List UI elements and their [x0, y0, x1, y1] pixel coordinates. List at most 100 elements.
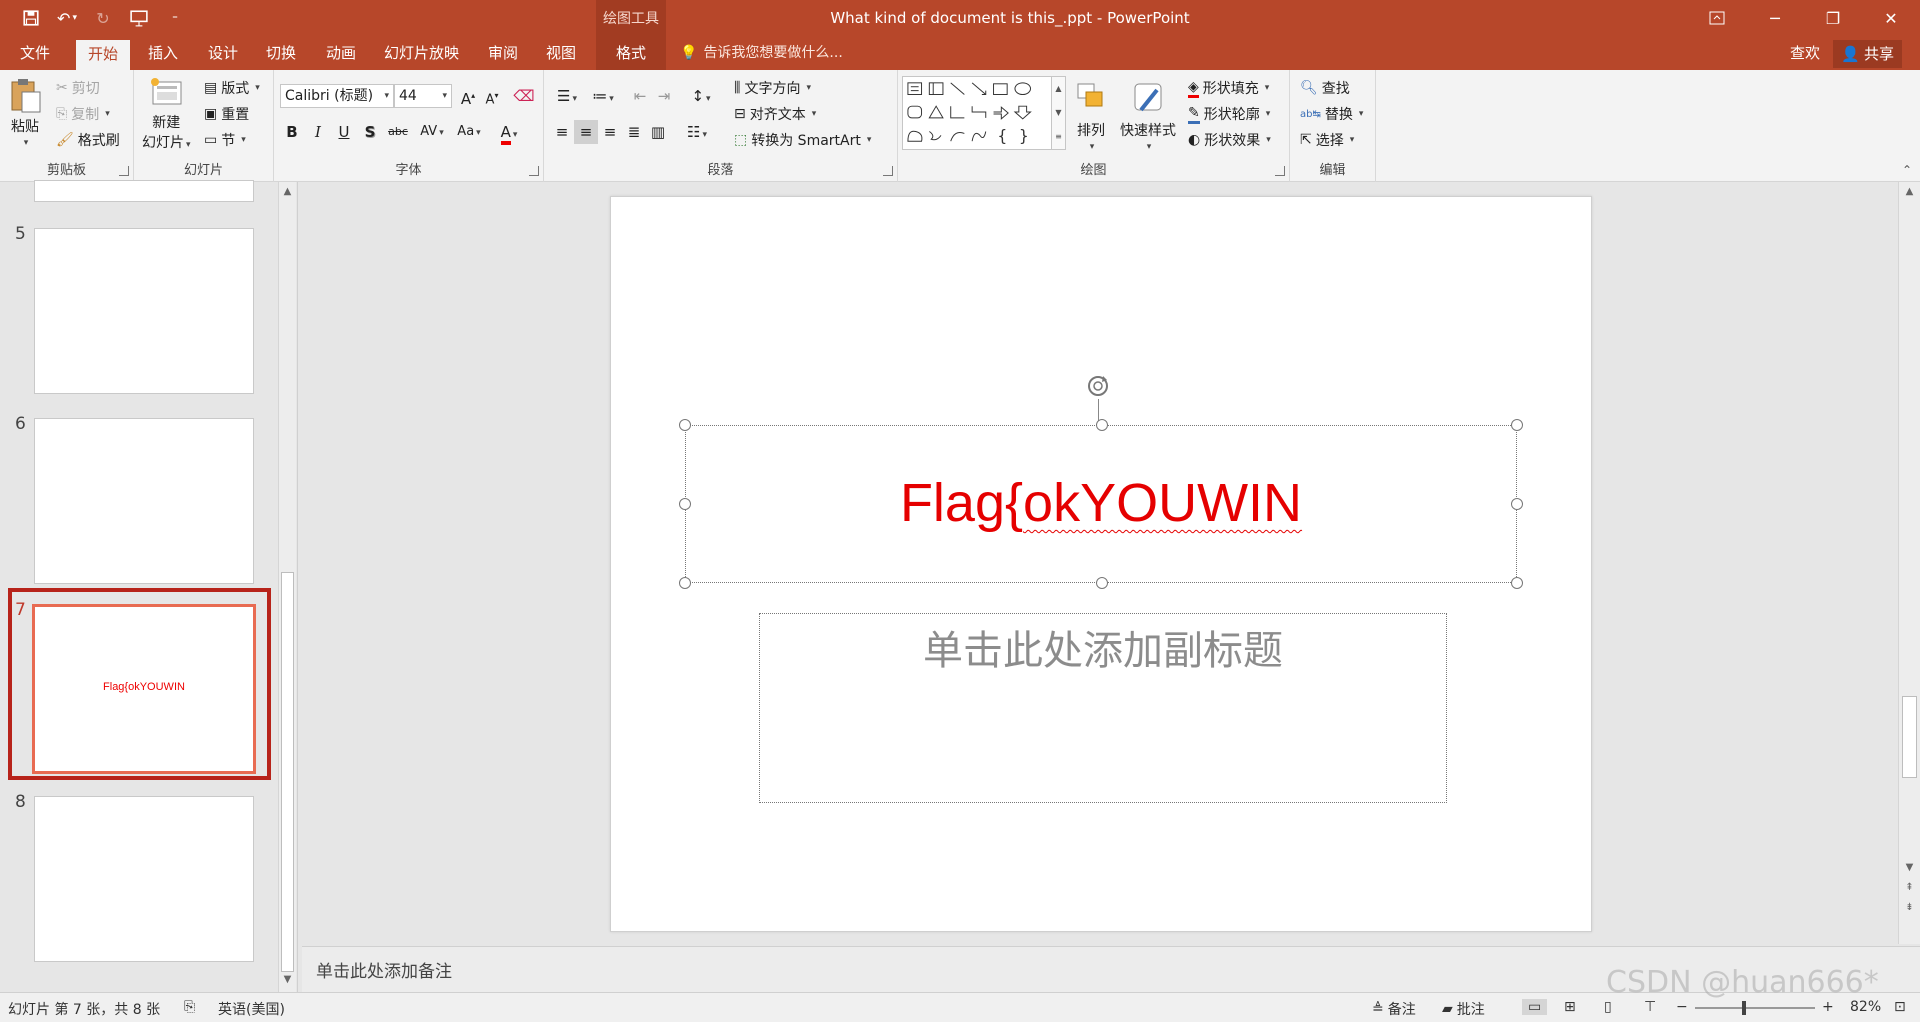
resize-handle[interactable] — [679, 419, 691, 431]
scrollbar-thumb[interactable] — [1902, 696, 1917, 778]
underline-button[interactable]: U — [332, 120, 356, 144]
minimize-icon[interactable]: ─ — [1746, 0, 1804, 36]
redo-icon[interactable]: ↻ — [90, 6, 116, 30]
shape-fill-button[interactable]: ◈ 形状填充 ▾ — [1188, 78, 1269, 98]
font-color-button[interactable]: A ▾ — [492, 120, 526, 145]
reset-button[interactable]: ▣ 重置 — [204, 104, 249, 124]
slide-canvas[interactable]: Flag{okYOUWIN 单击此处添加副标题 — [610, 196, 1592, 932]
cut-button[interactable]: ✂ 剪切 — [56, 78, 100, 98]
collapse-ribbon-icon[interactable]: ⌃ — [1902, 163, 1912, 177]
previous-slide-icon[interactable]: ⇞ — [1899, 882, 1920, 893]
quick-styles-button[interactable]: 快速样式 ▾ — [1120, 80, 1176, 152]
numbering-button[interactable]: ≔ ▾ — [586, 84, 620, 108]
slide-thumbnail-7[interactable]: Flag{okYOUWIN — [32, 604, 256, 774]
zoom-slider-knob[interactable] — [1742, 1001, 1746, 1015]
resize-handle[interactable] — [1511, 419, 1523, 431]
tab-slideshow[interactable]: 幻灯片放映 — [372, 36, 471, 70]
char-spacing-button[interactable]: AV ▾ — [416, 120, 448, 144]
increase-indent-icon[interactable]: ⇥ — [652, 84, 676, 108]
font-name-combo[interactable]: Calibri (标题) ▾ — [280, 84, 394, 108]
text-direction-button[interactable]: ⫼ 文字方向 ▾ — [734, 78, 811, 98]
decrease-indent-icon[interactable]: ⇤ — [628, 84, 652, 108]
format-painter-button[interactable]: 🖌 格式刷 — [56, 130, 120, 150]
slide-thumbnail-partial[interactable] — [34, 180, 254, 202]
tab-view[interactable]: 视图 — [534, 36, 588, 70]
scroll-down-icon[interactable]: ▼ — [279, 974, 296, 985]
spelling-check-icon[interactable]: ⎘ — [184, 999, 195, 1015]
tab-file[interactable]: 文件 — [8, 36, 62, 70]
ribbon-display-options-icon[interactable] — [1688, 0, 1746, 36]
distributed-icon[interactable]: ▥ — [646, 120, 670, 144]
paragraph-launcher-icon[interactable] — [883, 166, 893, 176]
zoom-out-icon[interactable]: − — [1676, 999, 1688, 1015]
select-button[interactable]: ⇱ 选择 ▾ — [1300, 130, 1354, 150]
subtitle-placeholder[interactable]: 单击此处添加副标题 — [759, 613, 1447, 803]
slide-thumbnail-8[interactable] — [34, 796, 254, 962]
slide-title-text[interactable]: Flag{okYOUWIN — [686, 472, 1516, 534]
restore-icon[interactable]: ❐ — [1804, 0, 1862, 36]
resize-handle[interactable] — [679, 577, 691, 589]
tab-insert[interactable]: 插入 — [136, 36, 190, 70]
arrange-button[interactable]: 排列 ▾ — [1074, 80, 1108, 152]
rotate-handle-icon[interactable] — [1083, 371, 1113, 401]
title-placeholder[interactable]: Flag{okYOUWIN — [679, 419, 1523, 589]
paste-button[interactable]: 粘贴 ▾ — [8, 76, 42, 148]
resize-handle[interactable] — [1511, 577, 1523, 589]
grow-font-button[interactable]: A▴ — [456, 84, 480, 108]
next-slide-icon[interactable]: ⇟ — [1899, 902, 1920, 913]
align-left-icon[interactable]: ≡ — [550, 120, 574, 144]
resize-handle[interactable] — [1096, 577, 1108, 589]
italic-button[interactable]: I — [306, 120, 330, 144]
notes-toggle-button[interactable]: ≜ 备注 — [1372, 999, 1416, 1019]
justify-icon[interactable]: ≣ — [622, 120, 646, 144]
resize-handle[interactable] — [679, 498, 691, 510]
shrink-font-button[interactable]: A▾ — [480, 84, 504, 108]
zoom-level[interactable]: 82% — [1850, 999, 1881, 1015]
clipboard-launcher-icon[interactable] — [119, 166, 129, 176]
scroll-down-icon[interactable]: ▼ — [1899, 862, 1920, 873]
bullets-button[interactable]: ☰ ▾ — [550, 84, 584, 108]
align-center-icon[interactable]: ≡ — [574, 120, 598, 144]
align-right-icon[interactable]: ≡ — [598, 120, 622, 144]
shapes-gallery[interactable]: { } — [902, 76, 1052, 150]
scrollbar-thumb[interactable] — [281, 572, 294, 972]
font-size-combo[interactable]: 44 ▾ — [394, 84, 452, 108]
review-button[interactable]: 查欢 — [1790, 36, 1820, 70]
language-status[interactable]: 英语(美国) — [218, 999, 285, 1019]
line-spacing-button[interactable]: ↕ ▾ — [684, 84, 718, 108]
align-text-button[interactable]: ⊟ 对齐文本 ▾ — [734, 104, 816, 124]
tab-design[interactable]: 设计 — [196, 36, 250, 70]
shadow-button[interactable]: S — [358, 120, 382, 144]
shapes-gallery-scroll[interactable]: ▲ ▼ ≡ — [1052, 76, 1066, 150]
clear-format-icon[interactable]: ⌫ — [512, 84, 536, 108]
slide-thumbnail-6[interactable] — [34, 418, 254, 584]
zoom-in-icon[interactable]: + — [1822, 999, 1834, 1015]
thumbnail-scrollbar[interactable]: ▲ ▼ — [278, 182, 296, 992]
zoom-slider[interactable] — [1695, 1007, 1815, 1009]
customize-qat-icon[interactable]: ⁼ — [162, 6, 188, 30]
start-slideshow-icon[interactable] — [126, 6, 152, 30]
strikethrough-button[interactable]: abc — [384, 120, 412, 144]
tab-home[interactable]: 开始 — [76, 40, 131, 70]
shape-outline-button[interactable]: ✎ 形状轮廓 ▾ — [1188, 104, 1270, 124]
tab-format[interactable]: 格式 — [596, 36, 666, 70]
tell-me-search[interactable]: 💡 告诉我您想要做什么... — [680, 36, 843, 70]
slide-sorter-icon[interactable]: ⊞ — [1564, 999, 1576, 1015]
section-button[interactable]: ▭ 节 ▾ — [204, 130, 246, 150]
change-case-button[interactable]: Aa ▾ — [452, 120, 486, 144]
font-launcher-icon[interactable] — [529, 166, 539, 176]
convert-smartart-button[interactable]: ⬚ 转换为 SmartArt ▾ — [734, 130, 871, 150]
fit-slide-icon[interactable]: ⊡ — [1894, 999, 1906, 1015]
shape-effects-button[interactable]: ◐ 形状效果 ▾ — [1188, 130, 1271, 150]
comments-toggle-button[interactable]: ▰ 批注 — [1442, 999, 1485, 1019]
share-button[interactable]: 👤 共享 — [1833, 40, 1902, 68]
save-icon[interactable] — [18, 6, 44, 30]
tab-review[interactable]: 审阅 — [476, 36, 530, 70]
new-slide-button[interactable]: 新建 幻灯片 ▾ — [142, 74, 191, 152]
scroll-up-icon[interactable]: ▲ — [1899, 186, 1920, 197]
tab-transitions[interactable]: 切换 — [254, 36, 308, 70]
slideshow-view-icon[interactable]: ⊤ — [1644, 999, 1656, 1015]
scroll-up-icon[interactable]: ▲ — [279, 186, 296, 197]
tab-animations[interactable]: 动画 — [314, 36, 368, 70]
slide-thumbnail-5[interactable] — [34, 228, 254, 394]
